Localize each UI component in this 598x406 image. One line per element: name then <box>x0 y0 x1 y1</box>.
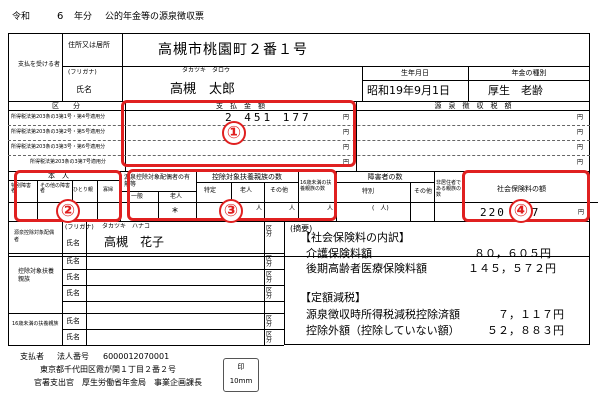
annotation-3: ③ <box>219 199 243 223</box>
year-unit: 年分 <box>74 12 93 22</box>
dep3-kubun: 区分 <box>266 287 273 300</box>
corp-number-label: 法人番号 <box>57 352 89 361</box>
u16-1-kubun: 区分 <box>266 315 273 328</box>
dep2-name-label: 氏名 <box>66 273 80 281</box>
dep2-kubun: 区分 <box>266 271 273 284</box>
dep3-name-label: 氏名 <box>66 289 80 297</box>
disabled-sample: ( 人) <box>372 205 389 212</box>
u16-2-name-label: 氏名 <box>66 333 80 341</box>
recipient-name: 高槻 太郎 <box>170 82 236 97</box>
payment-row-4-label: 所得税法第203条の3第7号適用分 <box>30 159 106 165</box>
form-title: 公的年金等の源泉徴収票 <box>105 12 205 22</box>
pension-type-value: 厚生 老齢 <box>488 84 543 97</box>
dep1-name-label: 氏名 <box>66 257 80 265</box>
spouse-furigana: タカツキ ハナコ <box>102 223 151 230</box>
under16-side-label: 16歳未満の扶養親族 <box>12 321 59 327</box>
nonresident-label: 非居住者である親族の数 <box>436 180 462 198</box>
category-label: 区 分 <box>52 102 80 110</box>
tax-unit-1: 円 <box>577 114 584 121</box>
kouki-value: １４５，５７２円 <box>468 262 556 275</box>
payer-label: 支払者 <box>20 352 44 361</box>
seal-label: 印 <box>237 363 245 371</box>
remarks-section1-title: 【社会保険料の内訳】 <box>300 231 410 244</box>
kojogai-label: 控除外額（控除していない額） <box>306 324 460 337</box>
recipient-furigana: タカツキ タロウ <box>182 67 231 74</box>
disabled-label: 障害者の数 <box>367 173 403 181</box>
birthdate-value: 昭和19年9月1日 <box>367 84 450 97</box>
kojogai-value: ５２，８８３円 <box>487 324 564 337</box>
payment-row-2-label: 所得税法第203条の3第2号・第5号適用分 <box>11 129 106 135</box>
seal-size: 10mm <box>229 377 253 385</box>
kaigo-value: ８０，６０５円 <box>474 247 551 260</box>
withholding-label: 源 泉 徴 収 税 額 <box>434 102 512 110</box>
tax-unit-2: 円 <box>577 129 584 136</box>
kouki-label: 後期高齢者医療保険料額 <box>306 262 427 275</box>
spouse-side-label: 源泉控除対象配偶者 <box>14 230 55 243</box>
remarks-section2-title: 【定額減税】 <box>300 291 366 304</box>
spouse-name: 高槻 花子 <box>104 235 165 249</box>
address-value: 高槻市桃園町２番１号 <box>158 42 308 58</box>
corp-number: 6000012070001 <box>103 352 170 361</box>
payer-address: 東京都千代田区霞が関１丁目２番２号 <box>40 365 176 374</box>
payment-row-3-label: 所得税法第203条の3第3号・第6号適用分 <box>11 144 106 150</box>
spouse-kubun: 区分 <box>266 225 273 238</box>
tax-unit-3: 円 <box>577 144 584 151</box>
kaigo-label: 介護保険料額 <box>306 247 372 260</box>
gensen-value: ７，１１７円 <box>498 308 564 321</box>
disabled-tokubetsu-label: 特別 <box>362 188 375 195</box>
annotation-2: ② <box>56 199 80 223</box>
dependents-side-label: 控除対象扶養親族 <box>18 268 55 283</box>
disabled-sonota-label: その他 <box>414 188 433 195</box>
recipient-side-label: 支払を受ける者 <box>18 61 61 68</box>
pension-type-label: 年金の種別 <box>511 69 547 77</box>
era-label: 令和 <box>12 12 31 22</box>
furigana-label: (フリガナ) <box>68 69 97 76</box>
spouse-furigana-label: (フリガナ) <box>65 224 94 231</box>
u16-2-kubun: 区分 <box>266 331 273 344</box>
annotation-1: ① <box>222 121 246 145</box>
name-label: 氏名 <box>76 85 92 94</box>
gensen-label: 源泉徴収時所得税減税控除済額 <box>306 308 460 321</box>
payment-row-1-label: 所得税法第203条の3第1号・第4号適用分 <box>11 114 106 120</box>
spouse-name-label: 氏名 <box>66 239 80 247</box>
payer-title: 官署支出官 厚生労働省年金局 事業企画課長 <box>34 378 202 387</box>
tax-unit-4: 円 <box>577 159 584 166</box>
annotation-4: ④ <box>509 199 533 223</box>
tax-year: 6 <box>57 11 64 22</box>
u16-1-name-label: 氏名 <box>66 317 80 325</box>
birthdate-label: 生年月日 <box>401 69 429 77</box>
dep1-kubun: 区分 <box>266 255 273 268</box>
address-label: 住所又は居所 <box>68 41 110 49</box>
